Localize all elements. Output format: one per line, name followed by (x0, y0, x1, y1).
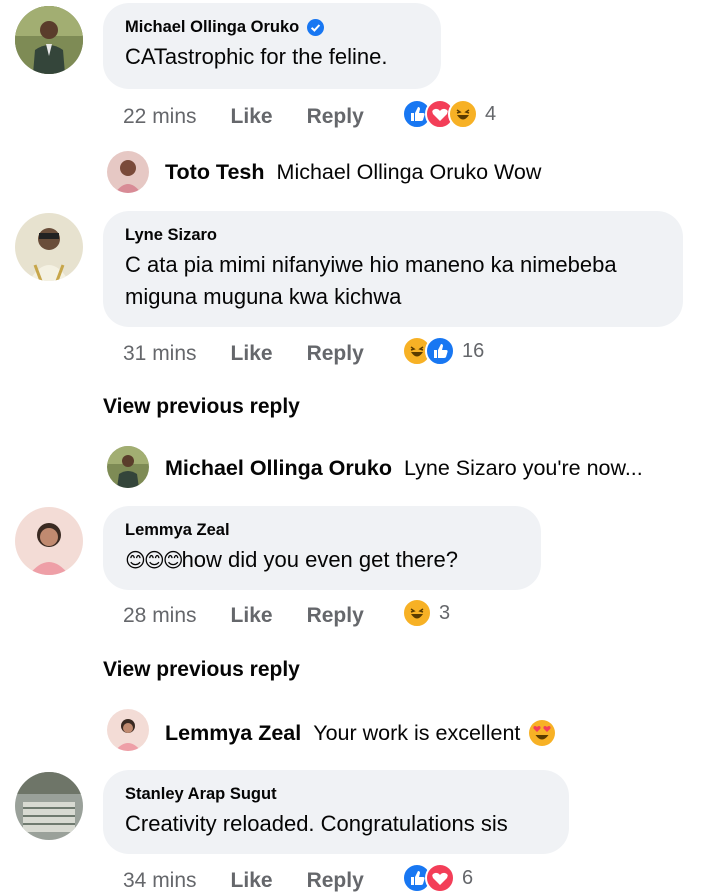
reply-author[interactable]: Toto Tesh (165, 160, 265, 185)
comment-text: CATastrophic for the feline. (125, 44, 388, 69)
avatar[interactable] (107, 446, 149, 488)
reactions-summary[interactable]: 16 (402, 336, 484, 366)
reaction-count: 3 (439, 601, 451, 624)
heart-eyes-icon (528, 719, 556, 747)
comment-time[interactable]: 31 mins (123, 342, 197, 366)
comment-meta: 31 mins Like Reply (123, 342, 364, 366)
avatar[interactable] (15, 6, 83, 74)
reply-button[interactable]: Reply (307, 604, 364, 628)
comment-bubble: Stanley Arap Sugut Creativity reloaded. … (103, 770, 569, 854)
comment-text: C ata pia mimi nifanyiwe hio maneno ka n… (125, 252, 617, 309)
comment-bubble: Michael Ollinga Oruko CATastrophic for t… (103, 3, 441, 89)
love-icon (425, 863, 455, 893)
haha-icon (402, 598, 432, 628)
reply-row: Toto Tesh Michael Ollinga Oruko Wow (165, 160, 541, 185)
reactions-summary[interactable]: 3 (402, 598, 450, 628)
reaction-count: 6 (462, 866, 474, 889)
reactions-summary[interactable]: 6 (402, 863, 473, 893)
reply-row: Lemmya Zeal Your work is excellent (165, 719, 556, 747)
comment-author[interactable]: Stanley Arap Sugut (125, 785, 277, 804)
reply-button[interactable]: Reply (307, 869, 364, 893)
like-button[interactable]: Like (231, 604, 273, 628)
reaction-count: 16 (462, 339, 485, 362)
reply-author[interactable]: Lemmya Zeal (165, 721, 301, 746)
reply-text[interactable]: Michael Ollinga Oruko Wow (277, 160, 542, 185)
comment-author[interactable]: Lemmya Zeal (125, 521, 230, 540)
verified-badge-icon (307, 19, 325, 36)
comment-author[interactable]: Michael Ollinga Oruko (125, 18, 299, 37)
haha-icon (448, 99, 478, 129)
avatar[interactable] (15, 507, 83, 575)
comment-meta: 34 mins Like Reply (123, 869, 364, 893)
comment-author[interactable]: Lyne Sizaro (125, 226, 217, 245)
view-previous-reply-link[interactable]: View previous reply (103, 395, 300, 419)
avatar[interactable] (107, 709, 149, 751)
like-icon (425, 336, 455, 366)
reply-text[interactable]: Your work is excellent (313, 721, 520, 746)
like-button[interactable]: Like (231, 105, 273, 129)
comment-text: Creativity reloaded. Congratulations sis (125, 811, 508, 836)
view-previous-reply-link[interactable]: View previous reply (103, 658, 300, 682)
reaction-count: 4 (485, 102, 497, 125)
reply-text[interactable]: Lyne Sizaro you're now... (404, 456, 643, 481)
comment-text: 😊😊😊how did you even get there? (125, 544, 519, 576)
reply-row: Michael Ollinga Oruko Lyne Sizaro you're… (165, 456, 643, 481)
avatar[interactable] (15, 213, 83, 281)
like-button[interactable]: Like (231, 342, 273, 366)
reply-author[interactable]: Michael Ollinga Oruko (165, 456, 392, 481)
comment-bubble: Lemmya Zeal 😊😊😊how did you even get ther… (103, 506, 541, 590)
emoji-prefix: 😊😊😊 (125, 548, 184, 572)
comment-meta: 28 mins Like Reply (123, 604, 364, 628)
comment-text-body: how did you even get there? (181, 547, 458, 572)
comment-time[interactable]: 28 mins (123, 604, 197, 628)
reactions-summary[interactable]: 4 (402, 99, 496, 129)
like-button[interactable]: Like (231, 869, 273, 893)
comment-time[interactable]: 22 mins (123, 105, 197, 129)
reply-button[interactable]: Reply (307, 342, 364, 366)
reply-button[interactable]: Reply (307, 105, 364, 129)
comment-time[interactable]: 34 mins (123, 869, 197, 893)
avatar[interactable] (107, 151, 149, 193)
avatar[interactable] (15, 772, 83, 840)
comment-bubble: Lyne Sizaro C ata pia mimi nifanyiwe hio… (103, 211, 683, 327)
comment-meta: 22 mins Like Reply (123, 105, 364, 129)
